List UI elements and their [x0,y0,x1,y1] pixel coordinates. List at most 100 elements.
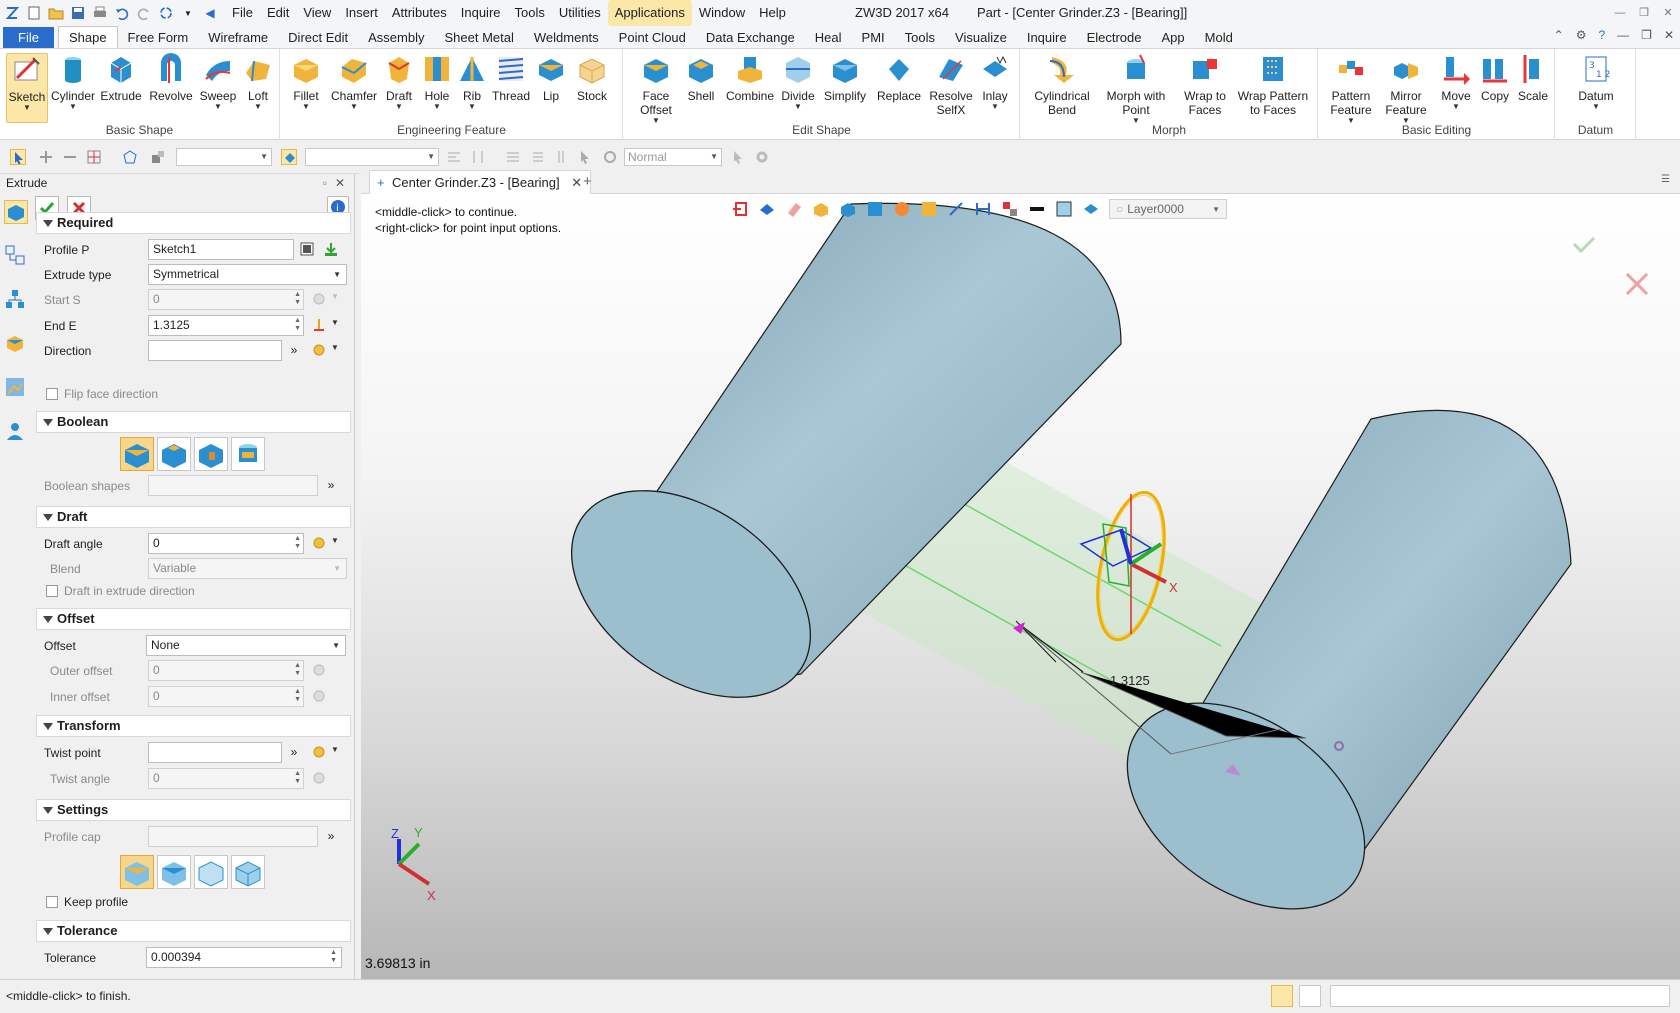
twist-dropdown-icon[interactable]: ▼ [331,745,339,754]
profile-field[interactable]: Sketch1 [148,239,294,260]
copy-button[interactable]: Copy [1477,53,1513,103]
menu-help[interactable]: Help [752,0,793,26]
thread-button[interactable]: Thread [491,53,531,103]
grid-select-icon[interactable] [86,149,102,165]
simplify-button[interactable]: Simplify [820,53,870,103]
spinner-icon[interactable]: ▲ ▼ [294,535,301,551]
tab-point-cloud[interactable]: Point Cloud [609,27,696,49]
doc-tab-center-grinder[interactable]: + Center Grinder.Z3 - [Bearing] ✕ [369,170,592,194]
section-view-icon[interactable] [920,200,938,218]
layer-icon[interactable] [1082,200,1100,218]
spinner-icon[interactable]: ▲ ▼ [294,291,301,307]
sweep-button[interactable]: Sweep ▼ [196,53,240,111]
lip-button[interactable]: Lip [533,53,569,103]
menu-utilities[interactable]: Utilities [552,0,608,26]
select-list-icon[interactable] [298,240,316,258]
loft-button[interactable]: Loft ▼ [240,53,276,111]
draft-in-direction-checkbox[interactable] [46,585,58,597]
fillet-button[interactable]: Fillet ▼ [285,53,327,111]
tab-heal[interactable]: Heal [805,27,852,49]
menu-window[interactable]: Window [692,0,752,26]
back-arrow-icon[interactable]: ◀ [202,5,218,21]
help-icon[interactable]: ? [1598,28,1605,42]
outer-pick-icon[interactable] [310,661,328,679]
render-mode-combo[interactable]: Normal ▼ [624,148,722,166]
cylindrical-bend-button[interactable]: Cylindrical Bend [1031,53,1093,117]
stack-icon[interactable] [505,149,521,165]
viewport-accept-icon[interactable] [1572,236,1596,254]
minimize-button[interactable]: — [1608,0,1632,26]
wrap-to-faces-button[interactable]: Wrap to Faces [1179,53,1231,117]
end-pick-icon[interactable] [310,316,328,334]
user-manager-icon[interactable] [4,420,28,444]
chamfer-button[interactable]: Chamfer ▼ [331,53,377,111]
tab-visualize[interactable]: Visualize [945,27,1017,49]
tab-mold[interactable]: Mold [1195,27,1243,49]
qa-dropdown-icon[interactable]: ▼ [180,5,196,21]
tab-tools[interactable]: Tools [895,27,945,49]
menu-applications[interactable]: Applications [607,0,692,26]
draft-angle-field[interactable]: 0 ▲ ▼ [148,533,304,554]
section-draft[interactable]: Draft [36,506,351,528]
menu-view[interactable]: View [296,0,338,26]
undo-icon[interactable] [114,5,130,21]
twist-options-icon[interactable]: » [285,743,303,761]
boolean-remove-button[interactable] [194,437,228,471]
doc-close-button[interactable]: ✕ [1664,28,1674,42]
close-window-button[interactable]: ✕ [1656,0,1680,26]
list-icon[interactable] [529,149,545,165]
graphics-viewport[interactable]: 1.3125 X X Y Z <middle-click> to continu… [361,194,1680,979]
pick-combo[interactable]: ▼ [305,148,439,166]
panel-pin-icon[interactable]: ▫ [323,174,327,192]
morph-with-point-button[interactable]: Morph with Point ▼ [1103,53,1169,125]
doc-restore-button[interactable]: ❐ [1641,28,1652,42]
settings-gear-icon[interactable]: ⚙ [1576,28,1587,42]
twist-angle-field[interactable]: 0 ▲ ▼ [148,768,304,789]
divide-button[interactable]: Divide ▼ [778,53,818,111]
face-offset-button[interactable]: Face Offset ▼ [634,53,678,125]
draft-dropdown-icon[interactable]: ▼ [331,536,339,545]
cap-both-button[interactable] [231,855,265,889]
boolean-base-button[interactable] [120,437,154,471]
cube-view-icon[interactable] [839,200,857,218]
face-color-icon[interactable] [1055,200,1073,218]
section-required[interactable]: Required [36,212,351,234]
section-boolean[interactable]: Boolean [36,411,351,433]
eraser-icon[interactable] [785,200,803,218]
view-orient-icon[interactable] [758,200,776,218]
open-file-icon[interactable] [48,5,64,21]
tab-file[interactable]: File [3,27,54,49]
tab-weldments[interactable]: Weldments [524,27,609,49]
part-icon[interactable] [812,200,830,218]
tab-shape[interactable]: Shape [57,26,118,49]
new-tab-icon[interactable]: + [583,173,592,190]
sketch-pick-icon[interactable] [322,240,340,258]
direction-dropdown-icon[interactable]: ▼ [331,343,339,352]
revolve-button[interactable]: Revolve [148,53,194,103]
tab-data-exchange[interactable]: Data Exchange [696,27,805,49]
regen-icon[interactable] [158,5,174,21]
extrude-button[interactable]: Extrude [98,53,144,103]
sort-icon[interactable] [553,149,569,165]
gear-option-icon[interactable] [754,149,770,165]
new-file-icon[interactable] [26,5,42,21]
polygon-select-icon[interactable] [122,149,138,165]
print-icon[interactable] [92,5,108,21]
section-tolerance[interactable]: Tolerance [36,920,351,942]
direction-pick-icon[interactable] [310,341,328,359]
tab-sheet-metal[interactable]: Sheet Metal [435,27,524,49]
pointer-icon[interactable] [577,149,593,165]
datum-button[interactable]: 31 2 Datum ▼ [1572,53,1620,111]
blend-select[interactable]: Variable ▼ [148,558,347,579]
resolve-selfx-button[interactable]: Resolve SelfX [928,53,974,117]
filter-part-icon[interactable] [281,149,297,165]
cursor-option-icon[interactable] [730,149,746,165]
align-icon[interactable] [446,149,462,165]
save-icon[interactable] [70,5,86,21]
doc-tab-close-icon[interactable]: ✕ [571,175,582,190]
cap-start-button[interactable] [157,855,191,889]
menu-insert[interactable]: Insert [338,0,385,26]
filter-combo[interactable]: ▼ [176,148,272,166]
display-mode-icon[interactable] [866,200,884,218]
boolean-intersect-button[interactable] [231,437,265,471]
